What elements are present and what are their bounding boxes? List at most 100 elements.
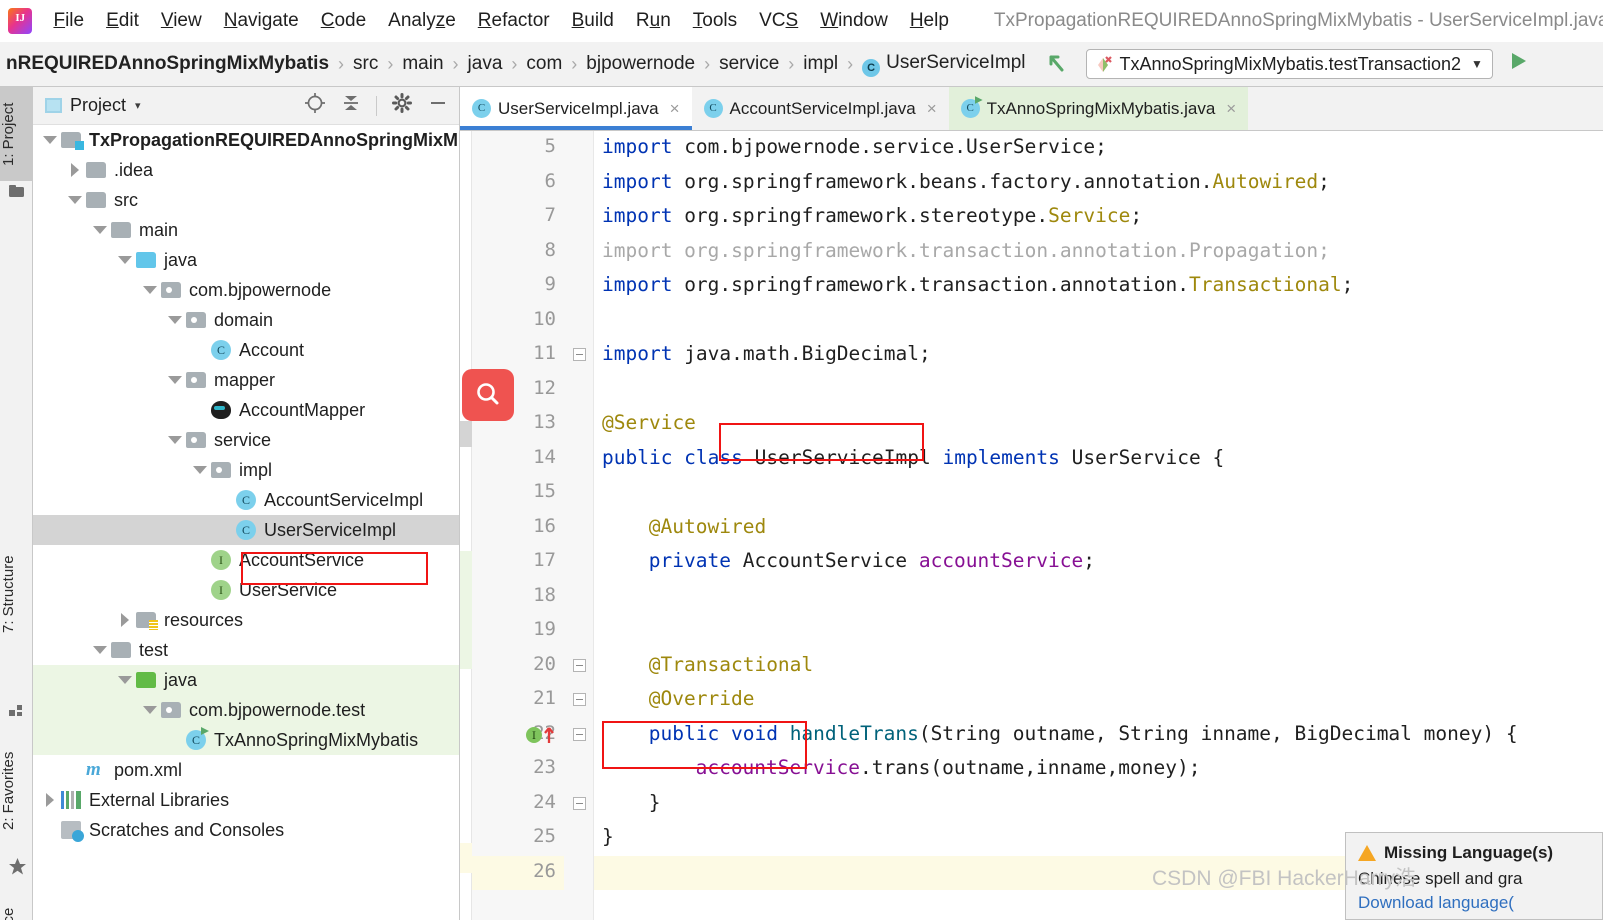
chevron-right-icon[interactable] bbox=[39, 793, 61, 807]
chevron-down-icon[interactable]: ▾ bbox=[135, 99, 141, 112]
editor-tab-accountserviceimpl-java[interactable]: C AccountServiceImpl.java × bbox=[691, 87, 949, 130]
tree-node-com-bjpowernode-test[interactable]: com.bjpowernode.test bbox=[33, 695, 459, 725]
editor-tab-bar[interactable]: C UserServiceImpl.java × C AccountServiceImp… bbox=[460, 87, 1603, 131]
menu-file[interactable]: File bbox=[42, 10, 95, 32]
menu-help[interactable]: Help bbox=[899, 10, 960, 32]
chevron-down-icon[interactable] bbox=[139, 286, 161, 294]
tree-node-resources[interactable]: resources bbox=[33, 605, 459, 635]
chevron-down-icon[interactable] bbox=[39, 136, 61, 144]
chevron-right-icon[interactable] bbox=[114, 613, 136, 627]
breadcrumb-item-bjpowernode[interactable]: bjpowernode bbox=[586, 53, 695, 75]
tree-node--idea[interactable]: .idea bbox=[33, 155, 459, 185]
tree-node-java[interactable]: java bbox=[33, 245, 459, 275]
package-icon bbox=[161, 702, 181, 718]
menu-run[interactable]: Run bbox=[625, 10, 682, 32]
run-configuration-selector[interactable]: TxAnnoSpringMixMybatis.testTransaction2 … bbox=[1085, 49, 1493, 79]
tree-node-txpropagationrequiredannospringmixm[interactable]: TxPropagationREQUIREDAnnoSpringMixM bbox=[33, 125, 459, 155]
tree-node-mapper[interactable]: mapper bbox=[33, 365, 459, 395]
menu-navigate[interactable]: Navigate bbox=[213, 10, 310, 32]
tree-node-account[interactable]: C Account bbox=[33, 335, 459, 365]
tree-node-external-libraries[interactable]: External Libraries bbox=[33, 785, 459, 815]
tree-node-domain[interactable]: domain bbox=[33, 305, 459, 335]
fold-marker[interactable] bbox=[573, 796, 586, 810]
menu-analyze[interactable]: Analyze bbox=[377, 10, 467, 32]
chevron-right-icon[interactable] bbox=[64, 163, 86, 177]
tree-node-accountserviceimpl[interactable]: C AccountServiceImpl bbox=[33, 485, 459, 515]
code-line-24: } bbox=[602, 791, 661, 814]
run-button[interactable] bbox=[1507, 50, 1529, 78]
chevron-down-icon[interactable] bbox=[114, 256, 136, 264]
fold-marker[interactable] bbox=[573, 658, 586, 672]
tool-tab-persistence[interactable]: Persistence bbox=[0, 887, 33, 920]
breadcrumb-item-src[interactable]: src bbox=[353, 53, 378, 75]
tree-node-userservice[interactable]: I UserService bbox=[33, 575, 459, 605]
menu-build[interactable]: Build bbox=[561, 10, 625, 32]
fold-marker[interactable] bbox=[573, 348, 586, 361]
editor-tab-userserviceimpl-java[interactable]: C UserServiceImpl.java × bbox=[460, 87, 692, 130]
chevron-down-icon[interactable] bbox=[164, 316, 186, 324]
menu-vcs[interactable]: VCS bbox=[748, 10, 809, 32]
search-icon[interactable] bbox=[462, 369, 514, 421]
menu-window[interactable]: Window bbox=[809, 10, 899, 32]
menu-edit[interactable]: Edit bbox=[95, 10, 150, 32]
chevron-down-icon[interactable] bbox=[89, 226, 111, 234]
tree-node-impl[interactable]: impl bbox=[33, 455, 459, 485]
back-arrow-icon[interactable] bbox=[1042, 48, 1070, 80]
fold-marker[interactable] bbox=[573, 693, 586, 706]
breadcrumb-item-userserviceimpl[interactable]: C UserServiceImpl bbox=[862, 52, 1026, 77]
tree-node-java[interactable]: java bbox=[33, 665, 459, 695]
close-icon[interactable]: × bbox=[670, 99, 680, 119]
tree-node-service[interactable]: service bbox=[33, 425, 459, 455]
locate-target-icon[interactable] bbox=[304, 92, 326, 119]
breadcrumb-item-nrequiredannospringmixmybatis[interactable]: nREQUIREDAnnoSpringMixMybatis bbox=[6, 53, 329, 75]
tool-tab-project[interactable]: 1: Project bbox=[0, 87, 33, 181]
tree-node-scratches-and-consoles[interactable]: Scratches and Consoles bbox=[33, 815, 459, 845]
breadcrumb-item-com[interactable]: com bbox=[526, 53, 562, 75]
menu-code[interactable]: Code bbox=[310, 10, 377, 32]
tree-node-accountservice[interactable]: I AccountService bbox=[33, 545, 459, 575]
chevron-down-icon[interactable] bbox=[114, 676, 136, 684]
tree-node-main[interactable]: main bbox=[33, 215, 459, 245]
breadcrumb-item-service[interactable]: service bbox=[719, 53, 779, 75]
minimize-icon[interactable] bbox=[427, 92, 449, 119]
project-view-icon bbox=[45, 98, 62, 113]
breadcrumb-item-main[interactable]: main bbox=[402, 53, 443, 75]
code-text-area[interactable]: import com.bjpowernode.service.UserServi… bbox=[594, 131, 1603, 920]
menu-tools[interactable]: Tools bbox=[682, 10, 748, 32]
close-icon[interactable]: × bbox=[927, 99, 937, 119]
project-tree[interactable]: TxPropagationREQUIREDAnnoSpringMixM .idea… bbox=[33, 125, 459, 920]
chevron-down-icon[interactable] bbox=[189, 466, 211, 474]
chevron-down-icon[interactable] bbox=[164, 376, 186, 384]
chevron-down-icon[interactable] bbox=[164, 436, 186, 444]
chevron-down-icon[interactable] bbox=[139, 706, 161, 714]
runnable-class-icon: C bbox=[960, 96, 983, 118]
code-folding-column[interactable] bbox=[564, 131, 594, 920]
tree-node-accountmapper[interactable]: AccountMapper bbox=[33, 395, 459, 425]
code-editor[interactable]: 5 6 7 8 9 10 11 12 13 14 15 16 17 18 19 20 21 22 I 23 24 25 26… bbox=[460, 131, 1603, 920]
line-number: 26 bbox=[533, 859, 556, 882]
menu-refactor[interactable]: Refactor bbox=[467, 10, 561, 32]
tool-tab-structure[interactable]: 7: Structure bbox=[0, 539, 33, 649]
chevron-down-icon[interactable] bbox=[89, 646, 111, 654]
chevron-down-icon[interactable]: ▼ bbox=[1471, 57, 1483, 71]
menu-view[interactable]: View bbox=[150, 10, 213, 32]
tree-node-userserviceimpl[interactable]: C UserServiceImpl bbox=[33, 515, 459, 545]
implementing-method-icon[interactable]: I bbox=[524, 724, 558, 751]
tree-node-src[interactable]: src bbox=[33, 185, 459, 215]
breadcrumb-item-impl[interactable]: impl bbox=[803, 53, 838, 75]
fold-marker[interactable] bbox=[573, 727, 586, 741]
close-icon[interactable]: × bbox=[1226, 99, 1236, 119]
tree-node-pom-xml[interactable]: m pom.xml bbox=[33, 755, 459, 785]
chevron-down-icon[interactable] bbox=[64, 196, 86, 204]
gear-icon[interactable] bbox=[391, 92, 413, 119]
code-token: implements bbox=[930, 445, 1072, 469]
editor-tab-txannospringmixmybatis-java[interactable]: C TxAnnoSpringMixMybatis.java × bbox=[948, 87, 1249, 130]
tree-node-com-bjpowernode[interactable]: com.bjpowernode bbox=[33, 275, 459, 305]
tree-node-txannospringmixmybatis[interactable]: C TxAnnoSpringMixMybatis bbox=[33, 725, 459, 755]
tree-node-test[interactable]: test bbox=[33, 635, 459, 665]
line-number: 23 bbox=[533, 756, 556, 778]
breadcrumb-item-java[interactable]: java bbox=[468, 53, 503, 75]
notification-download-link[interactable]: Download language( bbox=[1358, 893, 1590, 913]
tool-tab-favorites[interactable]: 2: Favorites bbox=[0, 732, 33, 850]
collapse-all-icon[interactable] bbox=[340, 92, 362, 119]
